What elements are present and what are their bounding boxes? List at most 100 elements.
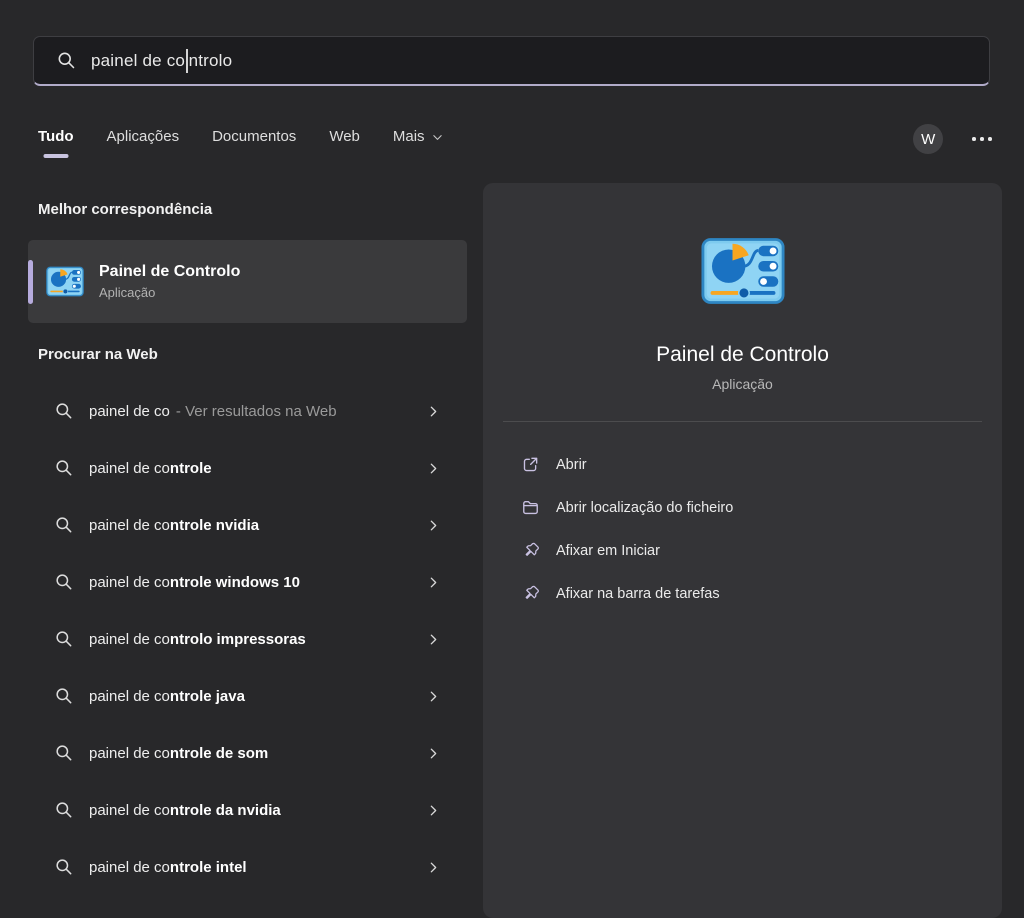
tab-aplicacoes[interactable]: Aplicações xyxy=(107,124,180,155)
suggestion-annotation: - Ver resultados na Web xyxy=(175,402,337,420)
tab-label: Documentos xyxy=(212,127,297,145)
best-match-app-type: Aplicação xyxy=(99,285,156,300)
tab-web[interactable]: Web xyxy=(329,124,360,155)
search-icon xyxy=(54,458,74,478)
suggestion-completion-part: ntrole intel xyxy=(169,858,247,876)
search-icon xyxy=(54,629,74,649)
chevron-right-icon[interactable] xyxy=(427,633,440,646)
suggestion-completion-part: ntrolo impressoras xyxy=(169,630,306,648)
control-panel-icon xyxy=(701,237,785,305)
chevron-right-icon[interactable] xyxy=(427,519,440,532)
pin-icon xyxy=(521,584,540,603)
suggestion-typed-part: painel de co xyxy=(89,516,170,534)
suggestion-text: painel de controle da nvidia xyxy=(89,802,287,819)
tab-label: Aplicações xyxy=(106,127,180,145)
action-label: Afixar em Iniciar xyxy=(556,542,660,559)
suggestion-completion-part: ntrole de som xyxy=(169,744,269,762)
suggestion-text: painel de controle windows 10 xyxy=(89,574,306,591)
suggestion-completion-part: ntrole windows 10 xyxy=(169,573,300,591)
more-options-icon[interactable] xyxy=(970,131,994,147)
text-cursor xyxy=(186,48,188,73)
suggestion-text: painel de controle intel xyxy=(89,859,253,876)
preview-panel: Painel de Controlo Aplicação Abrir Abrir… xyxy=(483,183,1002,918)
suggestion-completion-part: ntrole nvidia xyxy=(169,516,260,534)
open-external-icon xyxy=(521,455,540,474)
control-panel-icon xyxy=(46,266,84,297)
actions-list: Abrir Abrir localização do ficheiro Afix… xyxy=(483,443,1002,615)
suggestion-completion-part: ntrole da nvidia xyxy=(169,801,281,819)
search-icon xyxy=(54,515,74,535)
search-text-before-cursor: painel de co xyxy=(91,50,186,70)
action-open-file-location[interactable]: Abrir localização do ficheiro xyxy=(483,486,1002,529)
web-suggestion-item[interactable]: painel de controle nvidia xyxy=(28,503,467,547)
windows-search-flyout: painel de co ntrolo Tudo Aplicações Docum… xyxy=(0,0,1024,918)
preview-app-type: Aplicação xyxy=(712,376,773,392)
suggestion-text: painel de controlo impressoras xyxy=(89,631,312,648)
action-label: Abrir localização do ficheiro xyxy=(556,499,734,516)
pin-icon xyxy=(521,541,540,560)
action-pin-to-taskbar[interactable]: Afixar na barra de tarefas xyxy=(483,572,1002,615)
suggestion-typed-part: painel de co xyxy=(89,687,170,705)
suggestion-text: painel de controle xyxy=(89,460,218,477)
action-open[interactable]: Abrir xyxy=(483,443,1002,486)
web-suggestion-item[interactable]: painel de controle de som xyxy=(28,731,467,775)
action-pin-to-start[interactable]: Afixar em Iniciar xyxy=(483,529,1002,572)
web-suggestion-item[interactable]: painel de controle windows 10 xyxy=(28,560,467,604)
tab-tudo[interactable]: Tudo xyxy=(38,124,74,155)
web-suggestion-item[interactable]: painel de controle intel xyxy=(28,845,467,889)
filter-tabs: Tudo Aplicações Documentos Web Mais W xyxy=(38,118,994,160)
search-icon xyxy=(54,686,74,706)
chevron-down-icon xyxy=(432,132,443,143)
folder-icon xyxy=(521,498,540,517)
tab-label: Mais xyxy=(392,127,425,145)
user-avatar[interactable]: W xyxy=(913,124,944,154)
action-label: Abrir xyxy=(556,456,587,473)
search-icon xyxy=(54,800,74,820)
web-suggestion-item[interactable]: painel de controle xyxy=(28,446,467,490)
avatar-letter: W xyxy=(921,130,936,148)
suggestion-typed-part: painel de co xyxy=(89,402,170,420)
chevron-right-icon[interactable] xyxy=(427,747,440,760)
tab-mais[interactable]: Mais xyxy=(393,124,443,155)
search-icon xyxy=(54,743,74,763)
web-search-section-title: Procurar na Web xyxy=(38,346,158,363)
suggestion-completion-part: ntrole java xyxy=(169,687,245,705)
chevron-right-icon[interactable] xyxy=(427,576,440,589)
search-input[interactable]: painel de co ntrolo xyxy=(33,36,990,86)
suggestion-text: painel de controle java xyxy=(89,688,251,705)
search-icon xyxy=(56,50,77,71)
web-suggestion-item[interactable]: painel de co - Ver resultados na Web xyxy=(28,389,467,433)
divider xyxy=(503,421,982,422)
web-suggestion-item[interactable]: painel de controlo impressoras xyxy=(28,617,467,661)
tab-label: Tudo xyxy=(38,127,74,145)
chevron-right-icon[interactable] xyxy=(427,462,440,475)
selection-indicator xyxy=(28,260,33,304)
search-icon xyxy=(54,401,74,421)
tab-label: Web xyxy=(329,127,360,145)
search-icon xyxy=(54,572,74,592)
suggestion-typed-part: painel de co xyxy=(89,858,170,876)
best-match-section-title: Melhor correspondência xyxy=(38,201,213,218)
web-suggestion-item[interactable]: painel de controle java xyxy=(28,674,467,718)
tab-documentos[interactable]: Documentos xyxy=(212,124,296,155)
search-query-text: painel de co ntrolo xyxy=(91,48,233,73)
web-suggestion-item[interactable]: painel de controle da nvidia xyxy=(28,788,467,832)
suggestion-typed-part: painel de co xyxy=(89,801,170,819)
chevron-right-icon[interactable] xyxy=(427,690,440,703)
preview-app-name: Painel de Controlo xyxy=(656,343,829,366)
chevron-right-icon[interactable] xyxy=(427,804,440,817)
best-match-app-name: Painel de Controlo xyxy=(99,263,241,280)
chevron-right-icon[interactable] xyxy=(427,861,440,874)
search-text-after-cursor: ntrolo xyxy=(188,50,233,70)
suggestion-completion-part: ntrole xyxy=(169,459,212,477)
suggestion-typed-part: painel de co xyxy=(89,573,170,591)
search-icon xyxy=(54,857,74,877)
best-match-item[interactable]: Painel de Controlo Aplicação xyxy=(28,240,467,323)
suggestion-typed-part: painel de co xyxy=(89,630,170,648)
suggestion-text: painel de co - Ver resultados na Web xyxy=(89,403,337,420)
web-suggestions-list: painel de co - Ver resultados na Web pain… xyxy=(28,389,467,902)
suggestion-text: painel de controle nvidia xyxy=(89,517,265,534)
chevron-right-icon[interactable] xyxy=(427,405,440,418)
suggestion-typed-part: painel de co xyxy=(89,459,170,477)
suggestion-typed-part: painel de co xyxy=(89,744,170,762)
